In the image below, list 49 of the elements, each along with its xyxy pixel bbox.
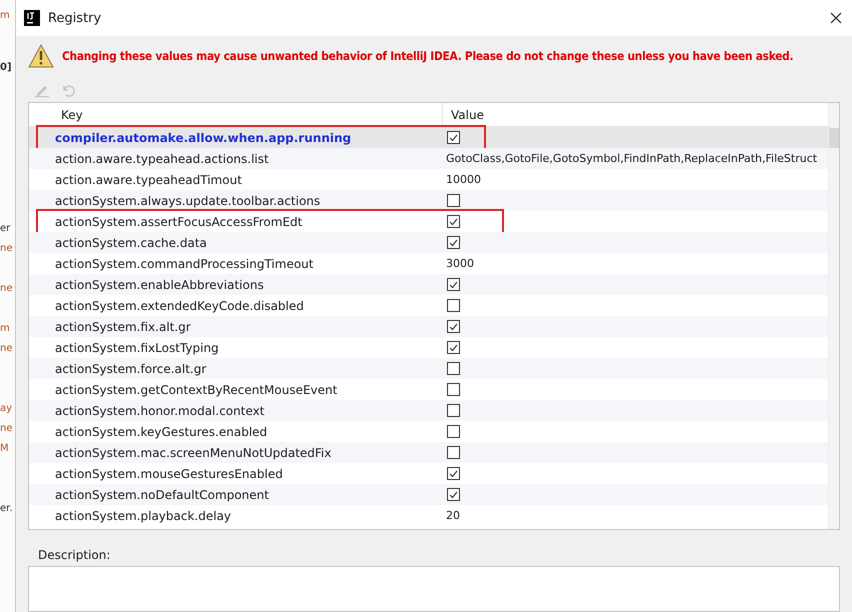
- key-cell-text: actionSystem.force.alt.gr: [54, 362, 208, 376]
- key-cell-text: actionSystem.mac.screenMenuNotUpdatedFix: [54, 446, 332, 460]
- table-row[interactable]: actionSystem.force.alt.gr: [29, 358, 828, 379]
- key-cell-text: actionSystem.commandProcessingTimeout: [54, 256, 314, 270]
- table-row[interactable]: actionSystem.mac.screenMenuNotUpdatedFix: [29, 442, 828, 463]
- key-cell-text: actionSystem.enableAbbreviations: [54, 278, 265, 292]
- table-row[interactable]: actionSystem.always.update.toolbar.actions: [29, 190, 828, 211]
- window-title: Registry: [48, 10, 102, 26]
- background-text: 0]: [0, 62, 12, 73]
- column-header[interactable]: Key: [29, 103, 443, 126]
- key-cell-text: actionSystem.getContextByRecentMouseEvent: [54, 382, 338, 396]
- table-row[interactable]: actionSystem.honor.modal.context: [29, 400, 828, 421]
- key-cell-text: actionSystem.assertFocusAccessFromEdt: [54, 214, 304, 228]
- column-header[interactable]: Value: [443, 103, 828, 126]
- table-row[interactable]: actionSystem.fix.alt.gr: [29, 316, 828, 337]
- key-cell-text: actionSystem.mouseGesturesEnabled: [54, 466, 284, 480]
- table-row[interactable]: compiler.automake.allow.when.app.running: [29, 127, 828, 148]
- background-text: m: [0, 323, 10, 334]
- table-row[interactable]: actionSystem.enableAbbreviations: [29, 274, 828, 295]
- table-row[interactable]: action.aware.typeahead.actions.list GotoClass,GotoFile,GotoSymbol,FindInPath,ReplaceInPath,FileStruct: [29, 148, 828, 169]
- table-row[interactable]: actionSystem.noDefaultComponent: [29, 484, 828, 505]
- key-cell-text: actionSystem.fix.alt.gr: [54, 320, 192, 334]
- key-cell-text: actionSystem.playback.delay: [54, 508, 232, 522]
- value-cell-text: GotoClass,GotoFile,GotoSymbol,FindInPath,ReplaceInPath,FileStruct: [445, 152, 818, 165]
- key-cell-text: actionSystem.noDefaultComponent: [54, 488, 270, 502]
- background-text: er: [0, 223, 10, 234]
- key-cell-text: actionSystem.honor.modal.context: [54, 404, 266, 418]
- value-cell-text: 3000: [445, 257, 474, 270]
- key-cell-text: compiler.automake.allow.when.app.running: [54, 130, 352, 144]
- background-text: ne: [0, 243, 12, 254]
- value-cell-text: 10000: [445, 173, 481, 186]
- key-cell-text: action.aware.typeaheadTimout: [54, 172, 243, 186]
- key-cell-text: actionSystem.extendedKeyCode.disabled: [54, 298, 305, 312]
- key-cell-text: actionSystem.fixLostTyping: [54, 340, 220, 354]
- warning-message: Changing these values may cause unwanted behavior of IntelliJ IDEA. Please do not change these unless you have been asked.: [62, 49, 794, 63]
- description-label: Description:: [38, 548, 112, 562]
- table-row[interactable]: actionSystem.cache.data: [29, 232, 828, 253]
- background-text: ay: [0, 403, 12, 414]
- background-text: er.: [0, 503, 13, 514]
- key-cell-text: action.aware.typeahead.actions.list: [54, 152, 270, 166]
- background-text: ne: [0, 283, 12, 294]
- value-cell-text: 20: [445, 509, 460, 522]
- background-text: ne: [0, 423, 12, 434]
- background-text: m: [0, 10, 10, 21]
- key-cell-text: actionSystem.keyGestures.enabled: [54, 424, 268, 438]
- key-cell-text: actionSystem.cache.data: [54, 236, 208, 250]
- background-text: M: [0, 443, 9, 454]
- background-text: ne: [0, 343, 12, 354]
- key-cell-text: actionSystem.always.update.toolbar.actions: [54, 194, 322, 208]
